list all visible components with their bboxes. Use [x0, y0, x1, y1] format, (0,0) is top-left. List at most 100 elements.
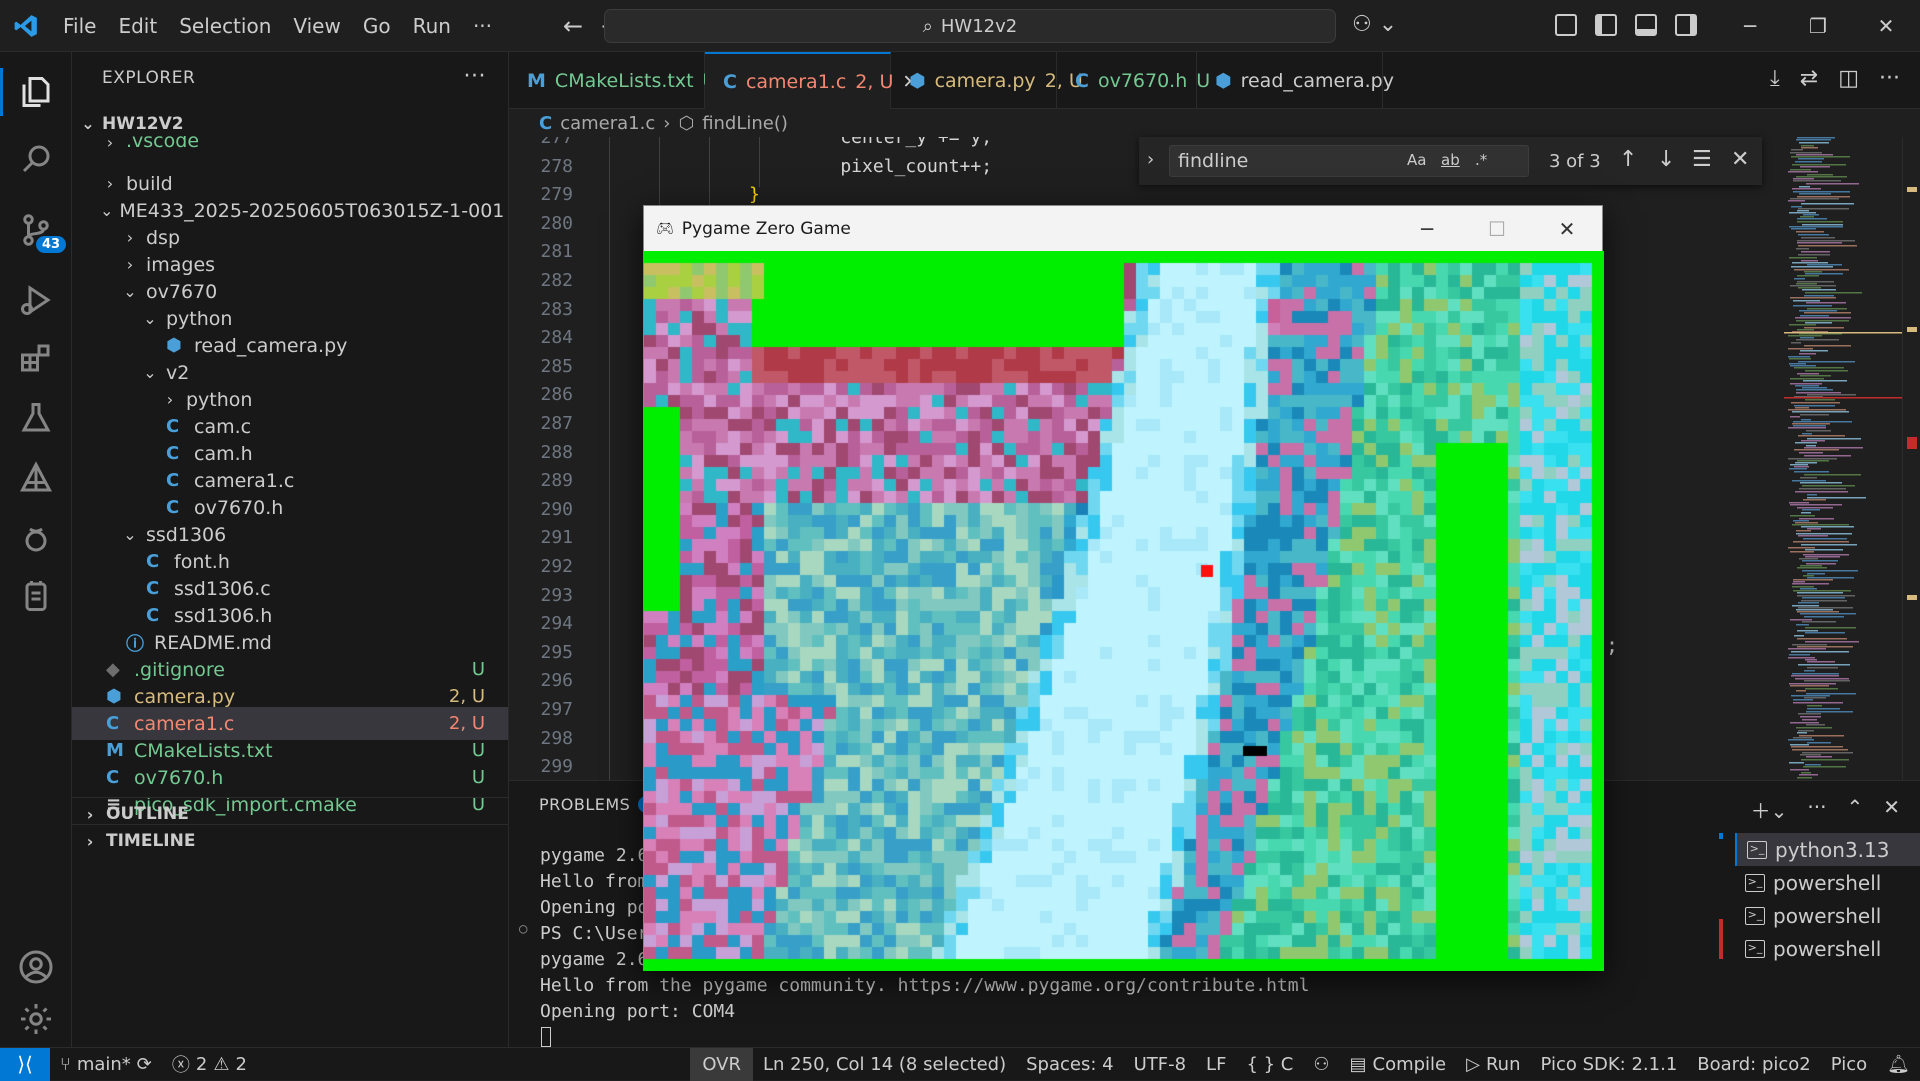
indentation[interactable]: Spaces: 4 [1016, 1048, 1123, 1081]
run-button[interactable]: ▷ Run [1456, 1048, 1530, 1081]
run-debug-icon[interactable] [0, 270, 72, 330]
git-branch[interactable]: ⑂ main* ⟳ [50, 1048, 162, 1081]
toggle-sidebar-icon[interactable] [1595, 14, 1617, 36]
restore-icon[interactable]: ❐ [1784, 0, 1852, 52]
command-center-search[interactable]: ⌕ HW12v2 [604, 9, 1336, 43]
customize-layout-icon[interactable] [1555, 14, 1577, 36]
breadcrumb-file[interactable]: camera1.c [560, 113, 655, 134]
encoding[interactable]: UTF-8 [1124, 1048, 1196, 1081]
notifications-bell-icon[interactable]: 🔔︎ [1877, 1048, 1920, 1081]
tab-camera-py[interactable]: ⬢ camera.py 2, U [891, 52, 1083, 109]
download-icon[interactable]: ⤓ [1770, 66, 1780, 91]
more-actions-icon[interactable]: ··· [1807, 795, 1826, 824]
breadcrumb-symbol[interactable]: findLine() [702, 113, 788, 134]
layout-controls [1555, 14, 1697, 36]
next-match-icon[interactable]: ↓ [1657, 147, 1675, 172]
menu-view[interactable]: View [282, 0, 351, 52]
tree-item-label: cam.h [194, 442, 253, 465]
panel-actions: ＋⌄ ··· ⌃ ✕ [1751, 795, 1900, 824]
editor-scrollbar[interactable] [1902, 137, 1920, 780]
workspace-root-label: HW12V2 [102, 113, 184, 134]
remote-indicator-icon[interactable]: ⟩⟨ [0, 1047, 50, 1081]
maximize-panel-icon[interactable]: ⌃ [1846, 795, 1863, 824]
tab-list: MCMakeLists.txtUCcamera1.c2, U✕⬢camera.p… [509, 52, 1394, 109]
compile-button[interactable]: ▤ Compile [1340, 1048, 1457, 1081]
compile-icon: ▤ [1349, 1053, 1367, 1075]
close-icon[interactable]: ✕ [1852, 0, 1920, 52]
testing-icon[interactable] [0, 388, 72, 448]
camera-feed-canvas[interactable] [644, 251, 1604, 971]
menu-go[interactable]: Go [352, 0, 402, 52]
error-count: 2 [195, 1053, 208, 1075]
explorer-icon[interactable] [0, 62, 72, 122]
pico-label[interactable]: Pico [1821, 1048, 1877, 1081]
accounts-icon[interactable] [0, 937, 72, 997]
language-mode[interactable]: { } C [1236, 1048, 1303, 1081]
raspberry-pi-icon[interactable] [0, 508, 72, 568]
terminal-instance[interactable]: >_ powershell [1735, 932, 1920, 965]
tab-camera1-c[interactable]: Ccamera1.c 2, U ✕ [705, 52, 918, 109]
code-line: center_y += y; [797, 137, 993, 148]
run-label: Run [1485, 1053, 1521, 1075]
compare-icon[interactable]: ⇄ [1800, 66, 1818, 91]
copilot-icon[interactable]: ⚇ ⌄ [1352, 12, 1397, 37]
board-selector[interactable]: Board: pico2 [1687, 1048, 1820, 1081]
terminal-instance[interactable]: >_ python3.13 [1735, 833, 1920, 866]
menu-edit[interactable]: Edit [107, 0, 168, 52]
tab-problems[interactable]: PROBLEMS [539, 795, 630, 814]
terminal-scroll-markers [1719, 833, 1723, 998]
problems-status[interactable]: ⓧ 2 ⚠ 2 [162, 1048, 257, 1081]
back-arrow-icon[interactable]: ← [563, 12, 583, 40]
source-control-icon[interactable]: 43 [0, 200, 72, 260]
terminal-instance[interactable]: >_ powershell [1735, 899, 1920, 932]
new-terminal-icon[interactable]: ＋⌄ [1751, 795, 1788, 824]
overtype-indicator[interactable]: OVR [690, 1047, 753, 1081]
settings-gear-icon[interactable] [0, 989, 72, 1049]
cursor-position[interactable]: Ln 250, Col 14 (8 selected) [753, 1048, 1016, 1081]
window-controls: ─ ❐ ✕ [1716, 0, 1920, 52]
tab-ov7670-h[interactable]: Cov7670.h U [1057, 52, 1210, 109]
terminal-instance[interactable]: >_ powershell [1735, 866, 1920, 899]
minimap[interactable] [1784, 137, 1902, 780]
menu-more[interactable]: ··· [462, 0, 503, 52]
tab-cmakelists-txt[interactable]: MCMakeLists.txtU [509, 52, 716, 109]
extensions-icon[interactable] [0, 328, 72, 388]
end-of-line[interactable]: LF [1196, 1048, 1236, 1081]
copilot-status-icon[interactable]: ⚇ [1303, 1048, 1339, 1081]
find-in-selection-icon[interactable]: ☰ [1692, 147, 1712, 172]
status-bar: ⟩⟨ ⑂ main* ⟳ ⓧ 2 ⚠ 2 OVR Ln 250, Col 14 … [0, 1047, 1920, 1081]
tab-read_camera-py[interactable]: ⬢ read_camera.py [1197, 52, 1394, 109]
search-icon[interactable] [0, 129, 72, 189]
more-actions-icon[interactable]: ··· [464, 64, 486, 89]
close-find-icon[interactable]: ✕ [1731, 147, 1749, 172]
menu-selection[interactable]: Selection [168, 0, 282, 52]
more-actions-icon[interactable]: ··· [1879, 66, 1900, 91]
minimize-icon[interactable]: ─ [1716, 0, 1784, 52]
timeline-section[interactable]: › TIMELINE [72, 824, 508, 857]
match-case-icon[interactable]: Aa [1407, 151, 1426, 169]
maximize-icon[interactable]: ☐ [1462, 206, 1532, 251]
regex-icon[interactable]: .* [1475, 151, 1487, 169]
remote-explorer-icon[interactable] [0, 448, 72, 508]
cmake-file-icon: M [527, 69, 546, 92]
tree-item-label: camera1.c [194, 469, 295, 492]
chevron-right-icon: › [86, 831, 94, 851]
tab-label: CMakeLists.txt [554, 69, 694, 92]
previous-match-icon[interactable]: ↑ [1619, 147, 1637, 172]
close-panel-icon[interactable]: ✕ [1883, 795, 1900, 824]
split-editor-icon[interactable]: ◫ [1838, 66, 1859, 91]
line-number: 295 [540, 641, 573, 663]
tree-folder[interactable]: › .vscode [72, 136, 508, 152]
close-icon[interactable]: ✕ [1532, 206, 1602, 251]
device-icon[interactable] [0, 566, 72, 626]
c-file-icon: C [166, 470, 180, 491]
match-word-icon[interactable]: ab [1441, 151, 1460, 169]
toggle-replace-icon[interactable]: › [1147, 149, 1154, 170]
toggle-panel-icon[interactable] [1635, 14, 1657, 36]
minimize-icon[interactable]: ─ [1392, 206, 1462, 251]
pico-sdk-version[interactable]: Pico SDK: 2.1.1 [1531, 1048, 1688, 1081]
toggle-secondary-sidebar-icon[interactable] [1675, 14, 1697, 36]
menu-run[interactable]: Run [402, 0, 462, 52]
menu-file[interactable]: File [52, 0, 107, 52]
command-decoration-icon: ○ [519, 921, 528, 937]
